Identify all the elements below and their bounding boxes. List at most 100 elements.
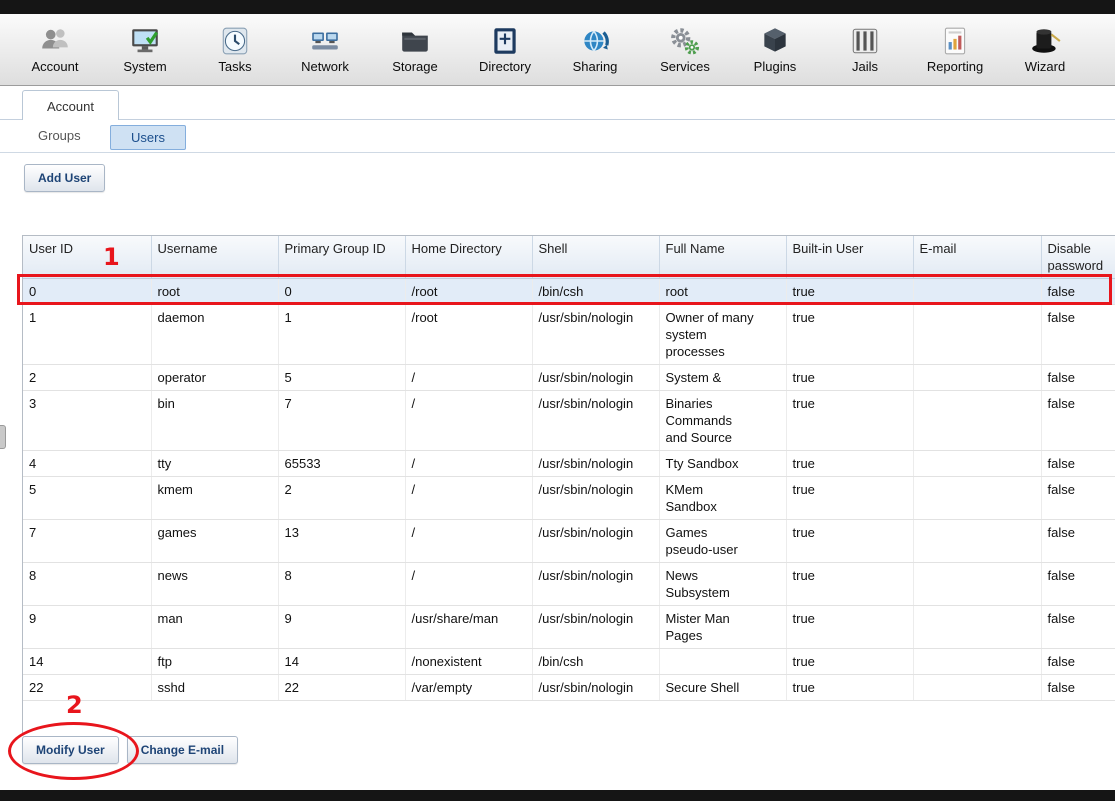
table-row-daemon[interactable]: 1daemon1​/root​/usr​/sbin​/nologinOwner …	[23, 305, 1115, 365]
column-header-full-name[interactable]: Full Name	[659, 236, 786, 279]
table-cell: ​/	[405, 520, 532, 563]
table-cell: Tty Sandbox	[659, 451, 786, 477]
toolbar-item-system[interactable]: System	[100, 25, 190, 74]
column-header-e-mail[interactable]: E-mail	[913, 236, 1041, 279]
table-cell	[913, 365, 1041, 391]
table-cell: 22	[278, 675, 405, 701]
table-cell: 3	[23, 391, 151, 451]
toolbar-item-wizard[interactable]: Wizard	[1000, 25, 1090, 74]
table-row-news[interactable]: 8news8​/​/usr​/sbin​/nologinNews Subsyst…	[23, 563, 1115, 606]
table-row-kmem[interactable]: 5kmem2​/​/usr​/sbin​/nologinKMem Sandbox…	[23, 477, 1115, 520]
table-cell: 7	[278, 391, 405, 451]
table-cell: true	[786, 365, 913, 391]
table-cell	[913, 649, 1041, 675]
table-cell: games	[151, 520, 278, 563]
table-row-games[interactable]: 7games13​/​/usr​/sbin​/nologinGames pseu…	[23, 520, 1115, 563]
table-cell: true	[786, 279, 913, 305]
table-cell: man	[151, 606, 278, 649]
table-cell: ​/var​/empty	[405, 675, 532, 701]
toolbar-item-label: Reporting	[927, 59, 983, 74]
table-cell: ​/root	[405, 279, 532, 305]
main-tab-strip: Account	[0, 87, 1115, 120]
add-user-button[interactable]: Add User	[24, 164, 105, 192]
table-cell: news	[151, 563, 278, 606]
column-header-shell[interactable]: Shell	[532, 236, 659, 279]
table-cell: 8	[278, 563, 405, 606]
table-cell: ​/usr​/sbin​/nologin	[532, 365, 659, 391]
table-row-sshd[interactable]: 22sshd22​/var​/empty​/usr​/sbin​/nologin…	[23, 675, 1115, 701]
table-cell: KMem Sandbox	[659, 477, 786, 520]
table-cell	[913, 451, 1041, 477]
table-cell: ftp	[151, 649, 278, 675]
sharing-icon	[579, 25, 611, 57]
table-cell	[913, 279, 1041, 305]
table-cell: 1	[278, 305, 405, 365]
toolbar-item-reporting[interactable]: Reporting	[910, 25, 1000, 74]
table-cell: sshd	[151, 675, 278, 701]
users-table-body: 0root0​/root​/bin​/cshroottruefalse1daem…	[23, 279, 1115, 701]
table-row-ftp[interactable]: 14ftp14​/nonexistent​/bin​/cshtruefalse	[23, 649, 1115, 675]
table-cell: 0	[23, 279, 151, 305]
table-cell: Binaries Commands and Source	[659, 391, 786, 451]
table-cell: false	[1041, 391, 1115, 451]
toolbar-item-directory[interactable]: Directory	[460, 25, 550, 74]
table-row-root[interactable]: 0root0​/root​/bin​/cshroottruefalse	[23, 279, 1115, 305]
subtab-groups[interactable]: Groups	[38, 128, 81, 143]
toolbar-item-label: Network	[301, 59, 349, 74]
table-row-bin[interactable]: 3bin7​/​/usr​/sbin​/nologinBinaries Comm…	[23, 391, 1115, 451]
table-cell: ​/usr​/sbin​/nologin	[532, 520, 659, 563]
table-cell: false	[1041, 451, 1115, 477]
toolbar-item-network[interactable]: Network	[280, 25, 370, 74]
tab-account[interactable]: Account	[22, 90, 119, 121]
column-header-built-in-user[interactable]: Built-in User	[786, 236, 913, 279]
toolbar-item-sharing[interactable]: Sharing	[550, 25, 640, 74]
panel-splitter-handle[interactable]	[0, 425, 6, 449]
column-header-home-directory[interactable]: Home Directory	[405, 236, 532, 279]
wizard-icon	[1029, 25, 1061, 57]
modify-user-button[interactable]: Modify User	[22, 736, 119, 764]
table-cell: 0	[278, 279, 405, 305]
table-cell: root	[659, 279, 786, 305]
table-cell: 13	[278, 520, 405, 563]
toolbar-item-services[interactable]: Services	[640, 25, 730, 74]
table-cell: false	[1041, 520, 1115, 563]
table-cell: ​/usr​/sbin​/nologin	[532, 305, 659, 365]
toolbar-item-jails[interactable]: Jails	[820, 25, 910, 74]
table-cell: 1	[23, 305, 151, 365]
subtab-users[interactable]: Users	[110, 125, 186, 150]
table-cell: false	[1041, 649, 1115, 675]
table-row-man[interactable]: 9man9​/usr​/share​/man​/usr​/sbin​/nolog…	[23, 606, 1115, 649]
toolbar-item-plugins[interactable]: Plugins	[730, 25, 820, 74]
table-cell: true	[786, 391, 913, 451]
users-table: User IDUsernamePrimary Group IDHome Dire…	[23, 236, 1115, 701]
column-header-username[interactable]: Username	[151, 236, 278, 279]
table-cell: false	[1041, 365, 1115, 391]
table-cell: ​/bin​/csh	[532, 279, 659, 305]
column-header-user-id[interactable]: User ID	[23, 236, 151, 279]
table-cell: ​/usr​/sbin​/nologin	[532, 675, 659, 701]
table-cell: 5	[278, 365, 405, 391]
table-cell: true	[786, 477, 913, 520]
table-cell: true	[786, 675, 913, 701]
column-header-primary-group-id[interactable]: Primary Group ID	[278, 236, 405, 279]
table-cell: true	[786, 520, 913, 563]
column-header-disable-password[interactable]: Disable password	[1041, 236, 1115, 279]
toolbar-item-label: Wizard	[1025, 59, 1065, 74]
toolbar-item-account[interactable]: Account	[10, 25, 100, 74]
annotation-step-1: 1	[103, 243, 120, 271]
tasks-icon	[219, 25, 251, 57]
table-cell: ​/	[405, 365, 532, 391]
table-cell	[913, 606, 1041, 649]
toolbar-item-tasks[interactable]: Tasks	[190, 25, 280, 74]
table-cell: ​/	[405, 477, 532, 520]
table-cell: true	[786, 649, 913, 675]
table-row-operator[interactable]: 2operator5​/​/usr​/sbin​/nologinSystem &…	[23, 365, 1115, 391]
users-table-header-row: User IDUsernamePrimary Group IDHome Dire…	[23, 236, 1115, 279]
change-email-button[interactable]: Change E-mail	[127, 736, 238, 764]
toolbar-item-storage[interactable]: Storage	[370, 25, 460, 74]
directory-icon	[489, 25, 521, 57]
table-cell: 14	[278, 649, 405, 675]
users-table-container: User IDUsernamePrimary Group IDHome Dire…	[22, 235, 1115, 733]
table-row-tty[interactable]: 4tty65533​/​/usr​/sbin​/nologinTty Sandb…	[23, 451, 1115, 477]
app-toolbar: AccountSystemTasks Network StorageDirector…	[0, 14, 1115, 86]
